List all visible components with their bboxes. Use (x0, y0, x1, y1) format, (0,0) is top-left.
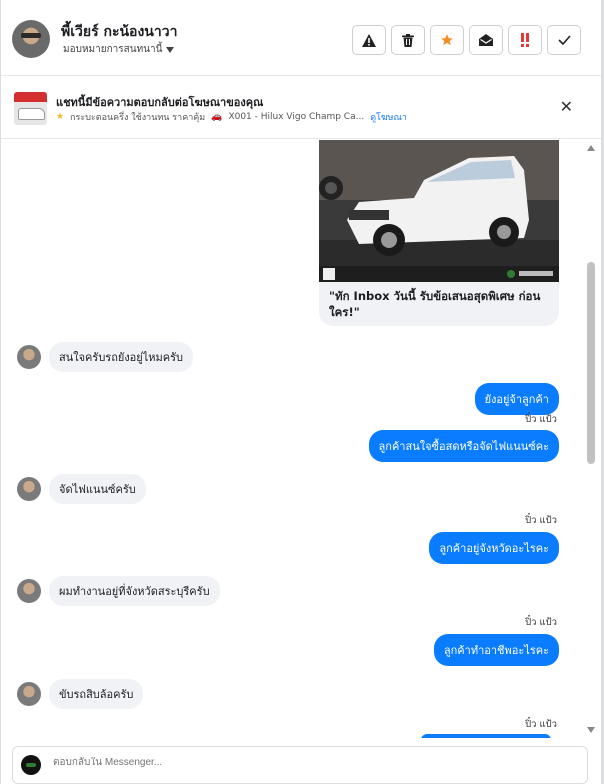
report-button[interactable] (352, 25, 386, 55)
ad-banner-title: แชทนี้มีข้อความตอบกลับต่อโฆษณาของคุณ (56, 96, 264, 109)
assign-conversation-label: มอบหมายการสนทนานี้ (63, 44, 163, 55)
outgoing-message[interactable]: ลูกค้าอยู่จังหวัดอะไรคะ (429, 532, 559, 564)
ad-product-text: X001 - Hilux Vigo Champ Ca... (228, 112, 365, 122)
messenger-chat-window: พี้เวียร์ กะน้องนาวา มอบหมายการสนทนานี้ (0, 0, 604, 784)
sender-avatar[interactable] (17, 477, 41, 501)
seen-by-label: ปิ๋ว แป้ว (525, 617, 557, 628)
trash-icon (402, 33, 414, 47)
header-actions (352, 25, 581, 55)
incoming-message: ขับรถสิบล้อครับ (17, 679, 144, 709)
seen-by-label: ปิ๋ว แป้ว (525, 515, 557, 526)
scroll-up-arrow-icon[interactable] (587, 145, 595, 151)
contact-avatar[interactable] (12, 20, 50, 58)
star-emoji-icon: ★ (56, 112, 65, 122)
car-photo (319, 140, 559, 282)
ad-image-message[interactable]: "ทัก Inbox วันนี้ รับข้อเสนอสุดพิเศษ ก่อ… (319, 140, 559, 326)
chat-header: พี้เวียร์ กะน้องนาวา มอบหมายการสนทนานี้ (1, 0, 601, 76)
check-icon (557, 35, 571, 45)
ad-reply-banner: แชทนี้มีข้อความตอบกลับต่อโฆษณาของคุณ ★ ก… (1, 77, 601, 139)
mark-unread-button[interactable] (469, 25, 503, 55)
message-bubble[interactable]: จัดไฟแนนซ์ครับ (49, 474, 146, 504)
car-emoji-icon: 🚗 (211, 112, 223, 122)
sender-avatar[interactable] (17, 682, 41, 706)
assign-conversation-dropdown[interactable]: มอบหมายการสนทนานี้ (63, 42, 175, 57)
scrollbar-thumb[interactable] (587, 262, 595, 464)
delete-button[interactable] (391, 25, 425, 55)
message-bubble[interactable]: สนใจครับรถยังอยู่ไหมครับ (49, 342, 194, 372)
view-ad-link[interactable]: ดูโฆษณา (370, 110, 407, 124)
close-icon[interactable]: ✕ (560, 97, 573, 116)
ad-thumbnail (14, 92, 47, 125)
ad-banner-detail-line: ★ กระบะตอนครึ่ง ใช้งานทน ราคาคุ้ม 🚗 X001… (56, 110, 407, 124)
ad-detail-text: กระบะตอนครึ่ง ใช้งานทน ราคาคุ้ม (70, 113, 206, 123)
incoming-message: ผมทำงานอยู่ที่จังหวัดสระบุรีครับ (17, 576, 220, 606)
mark-unread-icon (479, 34, 493, 46)
outgoing-message[interactable]: ลูกค้าสนใจซื้อสดหรือจัดไฟแนนซ์คะ (368, 430, 559, 462)
outgoing-message[interactable]: ยังอยู่จ้าลูกค้า (474, 383, 559, 415)
message-list[interactable]: "ทัก Inbox วันนี้ รับข้อเสนอสุดพิเศษ ก่อ… (1, 140, 581, 738)
sender-avatar[interactable] (17, 345, 41, 369)
message-bubble[interactable]: ผมทำงานอยู่ที่จังหวัดสระบุรีครับ (49, 576, 220, 606)
priority-icon (521, 33, 529, 47)
message-bubble[interactable]: ขับรถสิบล้อครับ (49, 679, 144, 709)
incoming-message: สนใจครับรถยังอยู่ไหมครับ (17, 342, 194, 372)
outgoing-message[interactable]: ลูกค้าทำอาชีพอะไรคะ (433, 634, 559, 666)
contact-name[interactable]: พี้เวียร์ กะน้องนาวา (61, 21, 177, 43)
image-caption: "ทัก Inbox วันนี้ รับข้อเสนอสุดพิเศษ ก่อ… (329, 289, 541, 319)
warning-icon (362, 33, 376, 47)
chat-scrollbar[interactable] (581, 140, 601, 738)
seen-by-label: ปิ๋ว แป้ว (525, 414, 557, 425)
scroll-down-arrow-icon[interactable] (587, 727, 595, 733)
reply-input[interactable] (53, 757, 533, 768)
chevron-down-icon (166, 46, 175, 53)
priority-button[interactable] (508, 25, 542, 55)
star-icon (441, 34, 453, 46)
star-button[interactable] (430, 25, 464, 55)
outgoing-message-partial (421, 734, 551, 738)
mark-done-button[interactable] (547, 25, 581, 55)
sender-avatar[interactable] (17, 579, 41, 603)
incoming-message: จัดไฟแนนซ์ครับ (17, 474, 146, 504)
reply-composer (12, 746, 588, 784)
page-avatar (21, 755, 41, 775)
seen-by-label: ปิ๋ว แป้ว (525, 719, 557, 730)
